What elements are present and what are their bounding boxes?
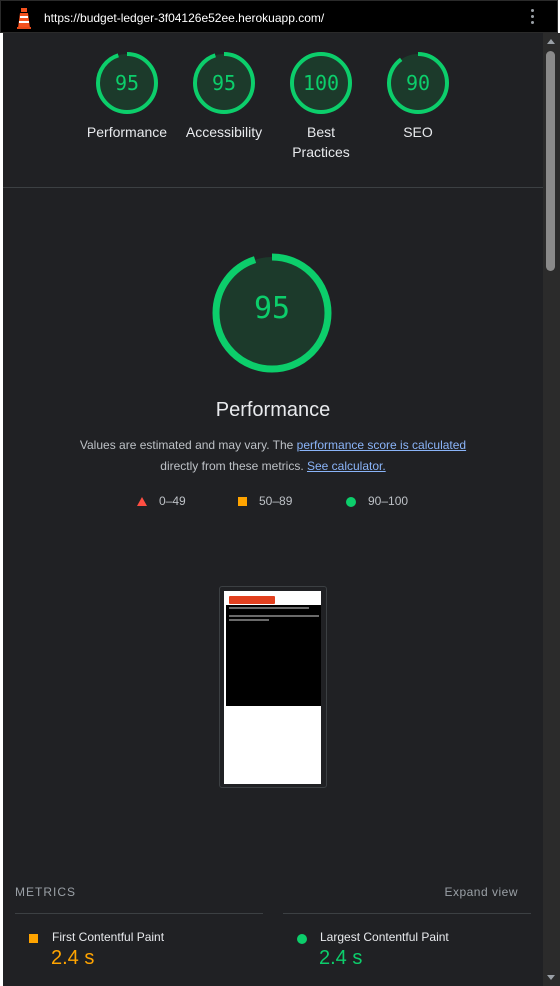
gauge-label: Accessibility: [185, 124, 263, 140]
screenshot-image: [224, 591, 321, 784]
desc-text: Values are estimated and may vary. The: [79, 438, 297, 452]
metrics-header: METRICS Expand view: [15, 885, 519, 899]
performance-title: Performance: [215, 399, 331, 421]
score-gauges: 95 Performance 95 Accessibility 100 Best…: [3, 33, 543, 187]
section-divider: [3, 187, 543, 188]
circle-icon: [346, 496, 356, 507]
legend-range: 50–89: [259, 494, 293, 508]
gauge-score: 95: [211, 71, 237, 95]
gauge-label: SEO: [403, 124, 433, 140]
triangle-icon: [137, 497, 147, 507]
report-panel: 95 Performance 95 Accessibility 100 Best…: [3, 33, 543, 986]
legend-average: 50–89: [238, 494, 292, 508]
scroll-up-arrow-icon[interactable]: [547, 39, 555, 44]
metric-value: 2.4 s: [319, 947, 363, 969]
scrollbar-thumb[interactable]: [546, 51, 555, 271]
kebab-menu-icon[interactable]: [531, 9, 535, 27]
gauge-score: 95: [114, 71, 140, 95]
gauge-label: Best Practices: [292, 124, 350, 160]
performance-description: Values are estimated and may vary. The p…: [3, 435, 543, 477]
metric-divider: [283, 913, 531, 914]
square-icon: [238, 497, 247, 507]
metric-name: Largest Contentful Paint: [320, 930, 449, 944]
square-icon: [29, 934, 38, 943]
desc-text: directly from these metrics.: [160, 459, 307, 473]
gauge-score: 100: [302, 71, 340, 95]
legend-range: 90–100: [368, 494, 409, 508]
scrollbar[interactable]: [543, 33, 560, 986]
metrics-heading: METRICS: [15, 885, 76, 899]
gauge-performance[interactable]: 95 Performance: [77, 51, 177, 142]
screenshot-terminal: [226, 605, 321, 706]
gauge-accessibility[interactable]: 95 Accessibility: [174, 51, 274, 142]
final-screenshot[interactable]: [219, 586, 327, 788]
legend-range: 0–49: [159, 494, 186, 508]
legend-pass: 90–100: [346, 494, 408, 508]
metric-name: First Contentful Paint: [52, 930, 165, 944]
metric-value: 2.4 s: [51, 947, 95, 969]
see-calculator-link[interactable]: See calculator.: [307, 459, 386, 473]
metric-divider: [15, 913, 263, 914]
gauge-best-practices[interactable]: 100 Best Practices: [271, 51, 371, 162]
score-calculated-link[interactable]: performance score is calculated: [297, 438, 466, 452]
gauge-label: Performance: [86, 124, 168, 140]
gauge-seo[interactable]: 90 SEO: [368, 51, 468, 142]
gauge-score: 90: [405, 71, 431, 95]
page-url[interactable]: https://budget-ledger-3f04126e52ee.herok…: [44, 11, 324, 25]
circle-icon: [297, 934, 307, 944]
scroll-down-arrow-icon[interactable]: [547, 975, 555, 980]
performance-gauge-large: 95: [212, 253, 332, 373]
expand-view-toggle[interactable]: Expand view: [444, 885, 518, 899]
screenshot-run-button: [229, 596, 275, 604]
performance-score: 95: [253, 291, 291, 326]
lighthouse-icon: [17, 8, 31, 29]
url-bar: https://budget-ledger-3f04126e52ee.herok…: [0, 0, 558, 33]
lighthouse-report-window: https://budget-ledger-3f04126e52ee.herok…: [0, 0, 560, 986]
legend-fail: 0–49: [137, 494, 186, 508]
